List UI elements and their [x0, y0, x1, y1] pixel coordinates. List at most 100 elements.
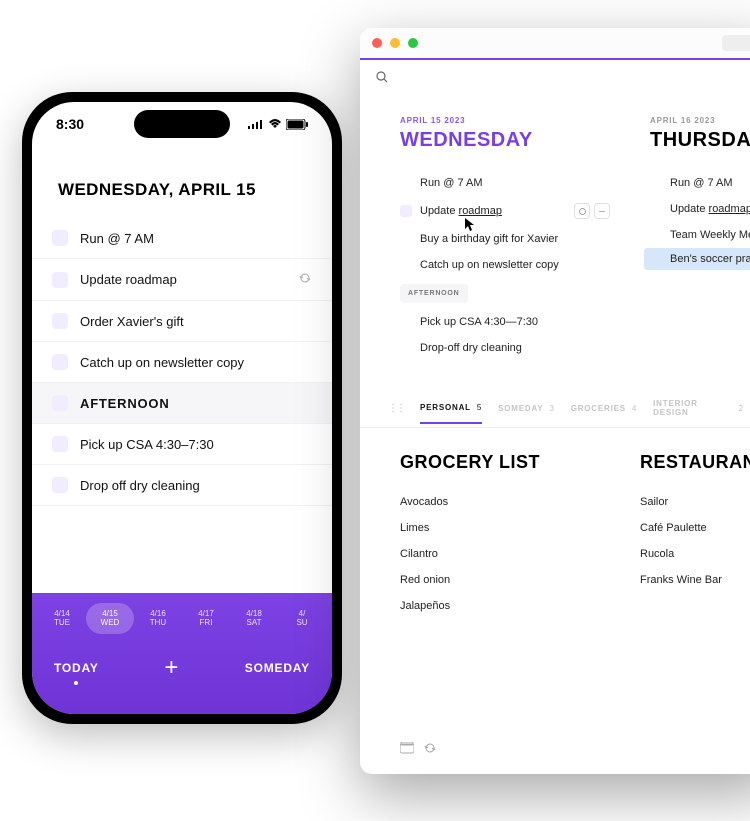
list-item[interactable]: Franks Wine Bar [640, 567, 750, 593]
task-row[interactable]: Catch up on newsletter copy [32, 342, 332, 383]
phone-date-title: WEDNESDAY, APRIL 15 [32, 146, 332, 218]
repeat-icon[interactable] [424, 742, 436, 754]
titlebar [360, 28, 750, 58]
task-row[interactable]: Order Xavier's gift [32, 301, 332, 342]
notch [134, 110, 230, 138]
task-row[interactable]: Update roadmap [650, 196, 750, 222]
task-row[interactable]: Drop-off dry cleaning [400, 335, 610, 361]
date-cell[interactable]: 4/16THU [134, 603, 182, 634]
tab-someday[interactable]: SOMEDAY3 [498, 394, 555, 423]
date-strip[interactable]: 4/14TUE4/15WED4/16THU4/17FRI4/18SAT4/SU [32, 593, 332, 640]
task-row[interactable]: Update roadmap – [400, 196, 610, 226]
checkbox[interactable] [52, 230, 68, 246]
list-title: GROCERY LIST [400, 452, 600, 473]
task-row[interactable]: Update roadmap [32, 259, 332, 301]
list-item[interactable]: Café Paulette [640, 515, 750, 541]
task-row[interactable]: Ben's soccer practice 5:30–7 [644, 248, 750, 270]
status-indicators [248, 119, 308, 130]
date-cell[interactable]: 4/SU [278, 603, 326, 634]
repeat-icon [298, 271, 312, 288]
zoom-dot-icon[interactable] [408, 38, 418, 48]
list-item[interactable]: Cilantro [400, 541, 600, 567]
date-md: 4/18 [230, 609, 278, 619]
date-dow: WED [86, 618, 134, 628]
date-md: 4/14 [38, 609, 86, 619]
checkbox[interactable] [52, 272, 68, 288]
task-label: Ben's soccer practice 5:30–7 [670, 253, 750, 265]
task-row[interactable]: Pick up CSA 4:30—7:30 [400, 309, 610, 335]
date-cell[interactable]: 4/18SAT [230, 603, 278, 634]
list-item[interactable]: Avocados [400, 489, 600, 515]
search-icon[interactable] [376, 71, 388, 83]
task-label: Update roadmap [80, 272, 286, 287]
search-row[interactable] [360, 60, 750, 88]
checkbox[interactable] [52, 313, 68, 329]
tab-count: 3 [549, 404, 554, 413]
date-cell[interactable]: 4/15WED [86, 603, 134, 634]
task-label: AFTERNOON [80, 396, 312, 411]
footer-icons [360, 728, 750, 774]
close-dot-icon[interactable] [372, 38, 382, 48]
task-row[interactable]: Drop off dry cleaning [32, 465, 332, 506]
checkbox[interactable] [52, 354, 68, 370]
task-label: Run @ 7 AM [670, 177, 733, 189]
task-label: Run @ 7 AM [80, 231, 312, 246]
list-item[interactable]: Jalapeños [400, 593, 600, 619]
lists-area: GROCERY LIST AvocadosLimesCilantroRed oni… [360, 428, 750, 619]
task-row[interactable]: Pick up CSA 4:30–7:30 [32, 424, 332, 465]
drag-handle-icon[interactable]: ⋮⋮ [388, 403, 404, 414]
archive-icon[interactable] [400, 742, 414, 754]
task-row[interactable]: Run @ 7 AM [32, 218, 332, 259]
tab-label: PERSONAL [420, 403, 471, 412]
task-label: Update roadmap [420, 205, 502, 217]
list-item[interactable]: Limes [400, 515, 600, 541]
task-label: Team Weekly Meeting @ 11 [670, 229, 750, 241]
tab-interior-design[interactable]: INTERIOR DESIGN2 [653, 389, 744, 427]
list-column: RESTAURANTSSailorCafé PauletteRucolaFran… [640, 452, 750, 619]
task-label: Buy a birthday gift for Xavier [420, 233, 558, 245]
checkbox[interactable] [52, 477, 68, 493]
list-item[interactable]: Rucola [640, 541, 750, 567]
list-item[interactable]: Red onion [400, 567, 600, 593]
phone-bottom-bar: 4/14TUE4/15WED4/16THU4/17FRI4/18SAT4/SU … [32, 593, 332, 714]
task-label: Pick up CSA 4:30—7:30 [420, 316, 538, 328]
date-dow: FRI [182, 618, 230, 628]
task-row[interactable]: Team Weekly Meeting @ 11 [650, 222, 750, 248]
task-section-header[interactable]: AFTERNOON [32, 383, 332, 424]
task-row[interactable]: Run @ 7 AM [400, 170, 610, 196]
nav-today[interactable]: TODAY [54, 661, 99, 675]
day-columns: APRIL 15 2023WEDNESDAYRun @ 7 AMUpdate r… [360, 88, 750, 361]
desktop-window: APRIL 15 2023WEDNESDAYRun @ 7 AMUpdate r… [360, 28, 750, 774]
tab-personal[interactable]: PERSONAL5 [420, 393, 482, 424]
column-date: APRIL 16 2023 [650, 116, 750, 125]
nav-add-button[interactable]: + [164, 654, 179, 682]
date-md: 4/16 [134, 609, 182, 619]
repeat-icon[interactable] [574, 203, 590, 219]
task-row[interactable]: Catch up on newsletter copy [400, 252, 610, 278]
battery-icon [286, 119, 308, 130]
phone-task-list[interactable]: Run @ 7 AM Update roadmap Order Xavier's g… [32, 218, 332, 593]
remove-icon[interactable]: – [594, 203, 610, 219]
date-dow: THU [134, 618, 182, 628]
date-cell[interactable]: 4/14TUE [38, 603, 86, 634]
tabs-row: ⋮⋮ PERSONAL5 SOMEDAY3 GROCERIES4 INTERIOR DE… [360, 389, 750, 428]
tab-groceries[interactable]: GROCERIES4 [571, 394, 637, 423]
list-column: GROCERY LIST AvocadosLimesCilantroRed oni… [400, 452, 600, 619]
checkbox[interactable] [52, 436, 68, 452]
date-cell[interactable]: 4/17FRI [182, 603, 230, 634]
day-column: APRIL 16 2023THURSDAYRun @ 7 AMUpdate ro… [650, 116, 750, 361]
checkbox[interactable] [52, 395, 68, 411]
column-date: APRIL 15 2023 [400, 116, 610, 125]
task-label: Catch up on newsletter copy [80, 355, 312, 370]
list-item[interactable]: Sailor [640, 489, 750, 515]
nav-someday[interactable]: SOMEDAY [245, 661, 310, 675]
minimize-dot-icon[interactable] [390, 38, 400, 48]
date-md: 4/15 [86, 609, 134, 619]
tab-count: 4 [632, 404, 637, 413]
date-dow: TUE [38, 618, 86, 628]
tab-label: INTERIOR DESIGN [653, 399, 732, 417]
task-row[interactable]: Buy a birthday gift for Xavier [400, 226, 610, 252]
phone-nav: TODAY + SOMEDAY [32, 640, 332, 714]
task-row[interactable]: Run @ 7 AM [650, 170, 750, 196]
checkbox[interactable] [400, 205, 412, 217]
